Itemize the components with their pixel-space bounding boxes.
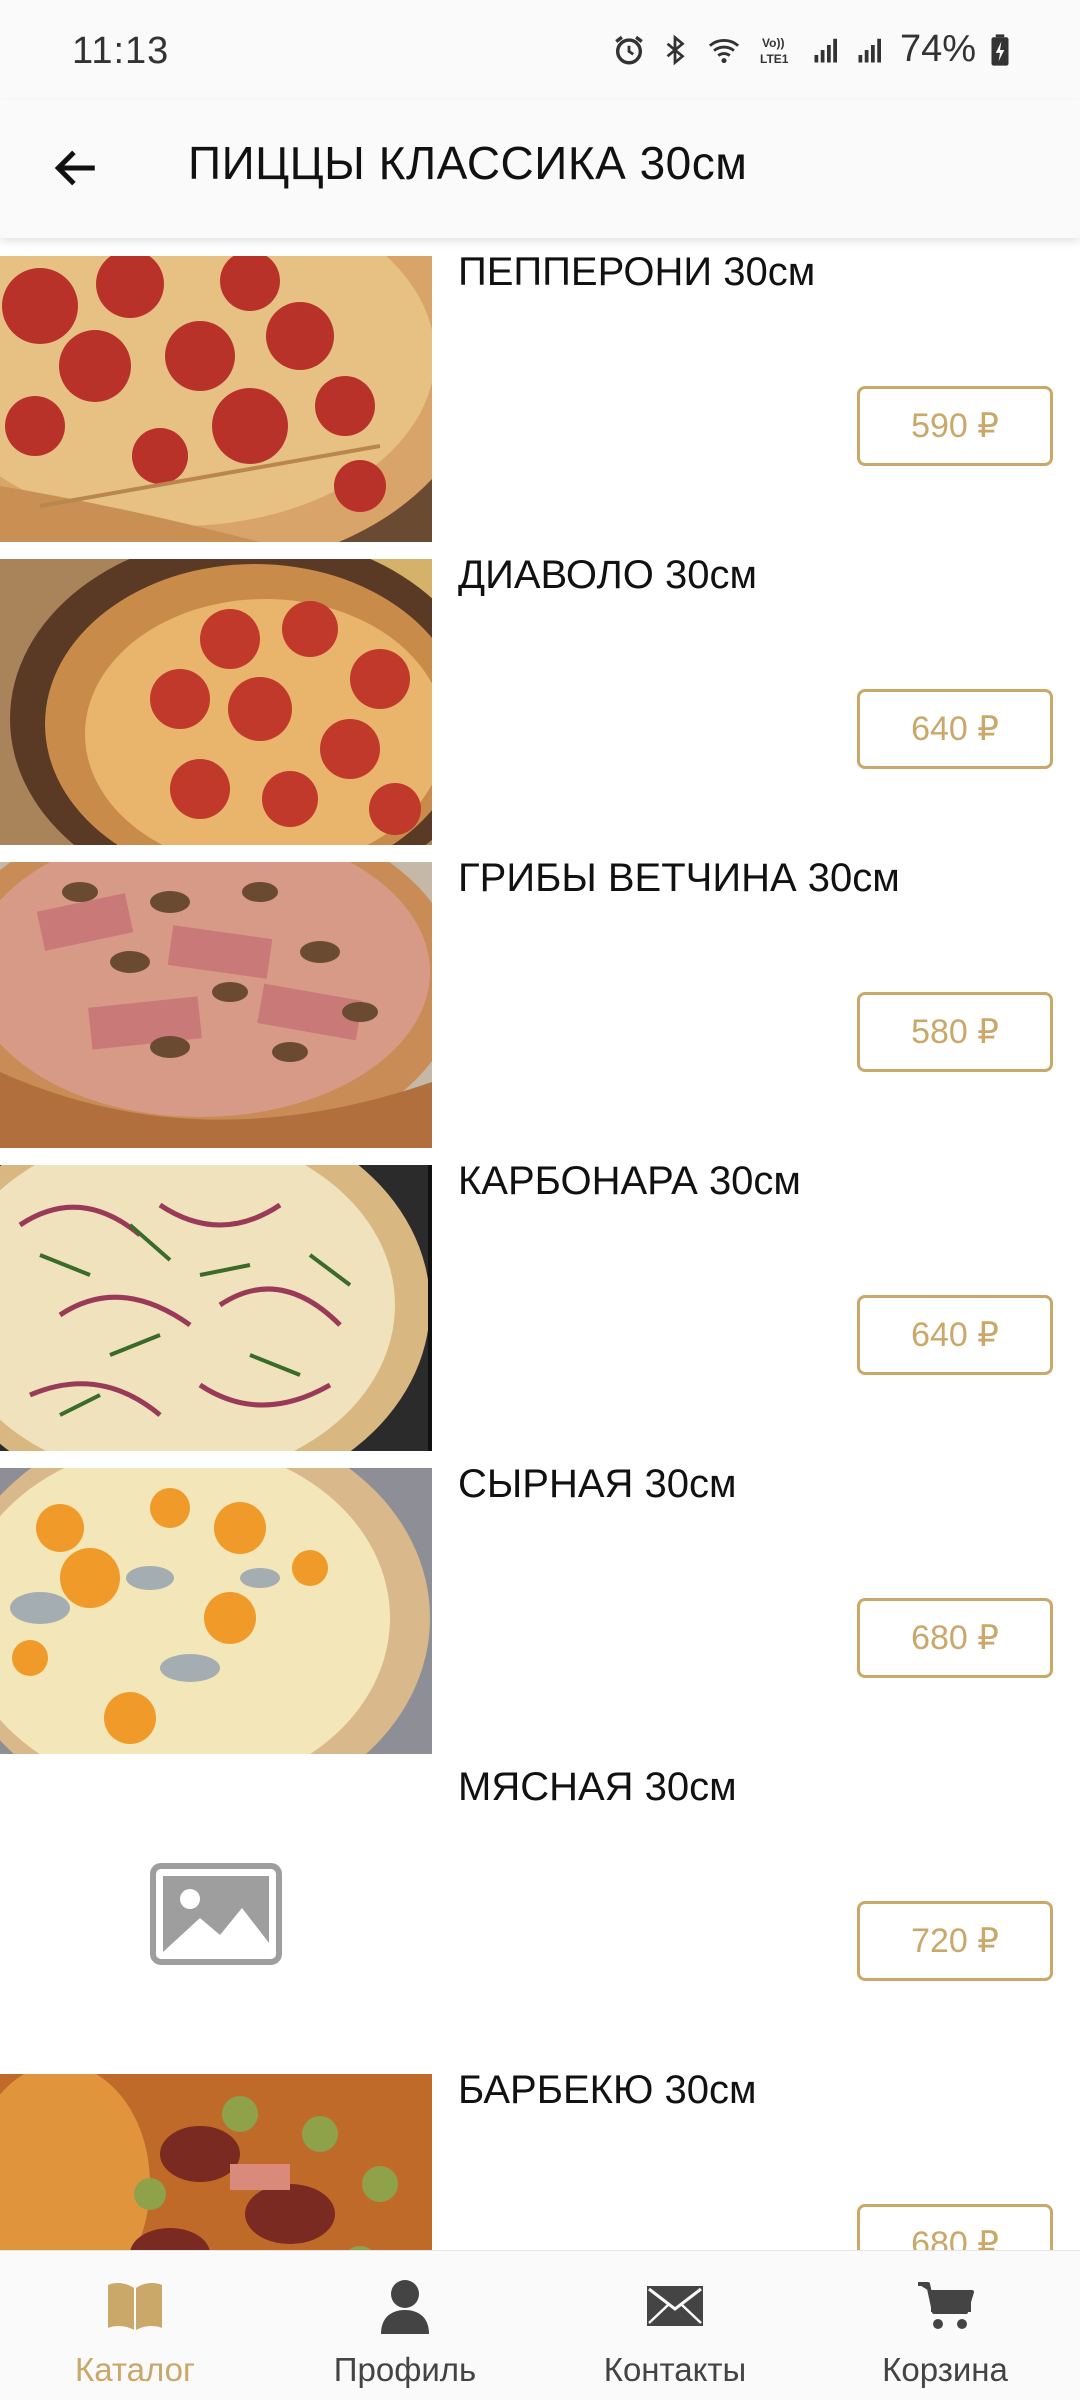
product-name: КАРБОНАРА 30см (458, 1159, 801, 1203)
price-button[interactable]: 680 ₽ (857, 1598, 1053, 1678)
nav-item-catalog[interactable]: Каталог (0, 2251, 270, 2400)
product-image[interactable] (0, 256, 432, 542)
bluetooth-icon (660, 33, 690, 67)
product-list[interactable]: ПЕППЕРОНИ 30см 590 ₽ ДИАВОЛО 30см 640 ₽ (0, 238, 1080, 2250)
image-placeholder-icon (150, 1863, 282, 1965)
envelope-icon (646, 2275, 704, 2337)
page-title: ПИЦЦЫ КЛАССИКА 30см (188, 137, 748, 189)
battery-percent: 74% (899, 28, 976, 70)
nav-label: Каталог (75, 2351, 195, 2388)
product-item[interactable]: БАРБЕКЮ 30см 680 ₽ (0, 2056, 1080, 2250)
product-image[interactable] (0, 2074, 432, 2250)
nav-item-contacts[interactable]: Контакты (540, 2251, 810, 2400)
svg-text:LTE1: LTE1 (760, 52, 789, 66)
status-bar: 11:13 Vo)) LTE1 74% (0, 0, 1080, 100)
bottom-nav: Каталог Профиль Контакты Корзина (0, 2250, 1080, 2400)
product-name: БАРБЕКЮ 30см (458, 2068, 757, 2112)
app-bar: ПИЦЦЫ КЛАССИКА 30см (0, 100, 1080, 238)
product-image[interactable] (0, 1468, 432, 1754)
price-button[interactable]: 580 ₽ (857, 992, 1053, 1072)
volte-icon: Vo)) LTE1 (758, 33, 798, 67)
product-item[interactable]: ГРИБЫ ВЕТЧИНА 30см 580 ₽ (0, 844, 1080, 1148)
nav-label: Профиль (333, 2351, 477, 2388)
product-image[interactable] (0, 1165, 432, 1451)
product-image-placeholder[interactable] (0, 1771, 432, 2057)
price-button[interactable]: 640 ₽ (857, 689, 1053, 769)
product-item[interactable]: ДИАВОЛО 30см 640 ₽ (0, 541, 1080, 845)
product-name: ГРИБЫ ВЕТЧИНА 30см (458, 856, 900, 900)
wifi-icon (704, 33, 744, 67)
svg-text:Vo)): Vo)) (762, 36, 784, 50)
person-icon (379, 2275, 431, 2337)
alarm-icon (612, 33, 646, 67)
product-item[interactable]: ПЕППЕРОНИ 30см 590 ₽ (0, 238, 1080, 542)
signal-icon (812, 33, 842, 67)
price-button[interactable]: 680 ₽ (857, 2204, 1053, 2250)
battery-charging-icon (990, 33, 1010, 67)
product-name: ДИАВОЛО 30см (458, 553, 758, 597)
price-button[interactable]: 640 ₽ (857, 1295, 1053, 1375)
product-name: МЯСНАЯ 30см (458, 1765, 737, 1809)
book-icon (105, 2275, 165, 2337)
status-time: 11:13 (72, 30, 170, 72)
product-name: СЫРНАЯ 30см (458, 1462, 737, 1506)
product-item[interactable]: МЯСНАЯ 30см 720 ₽ (0, 1753, 1080, 2057)
product-item[interactable]: КАРБОНАРА 30см 640 ₽ (0, 1147, 1080, 1451)
product-name: ПЕППЕРОНИ 30см (458, 250, 816, 294)
cart-icon (916, 2275, 974, 2337)
product-item[interactable]: СЫРНАЯ 30см 680 ₽ (0, 1450, 1080, 1754)
nav-label: Контакты (603, 2351, 747, 2388)
status-icons: Vo)) LTE1 74% (612, 28, 1010, 71)
nav-label: Корзина (882, 2351, 1008, 2388)
nav-item-profile[interactable]: Профиль (270, 2251, 540, 2400)
arrow-left-icon (54, 150, 95, 186)
product-image[interactable] (0, 862, 432, 1148)
signal-icon (856, 33, 886, 67)
nav-item-cart[interactable]: Корзина (810, 2251, 1080, 2400)
back-button[interactable] (36, 128, 116, 208)
product-image[interactable] (0, 559, 432, 845)
price-button[interactable]: 590 ₽ (857, 386, 1053, 466)
price-button[interactable]: 720 ₽ (857, 1901, 1053, 1981)
